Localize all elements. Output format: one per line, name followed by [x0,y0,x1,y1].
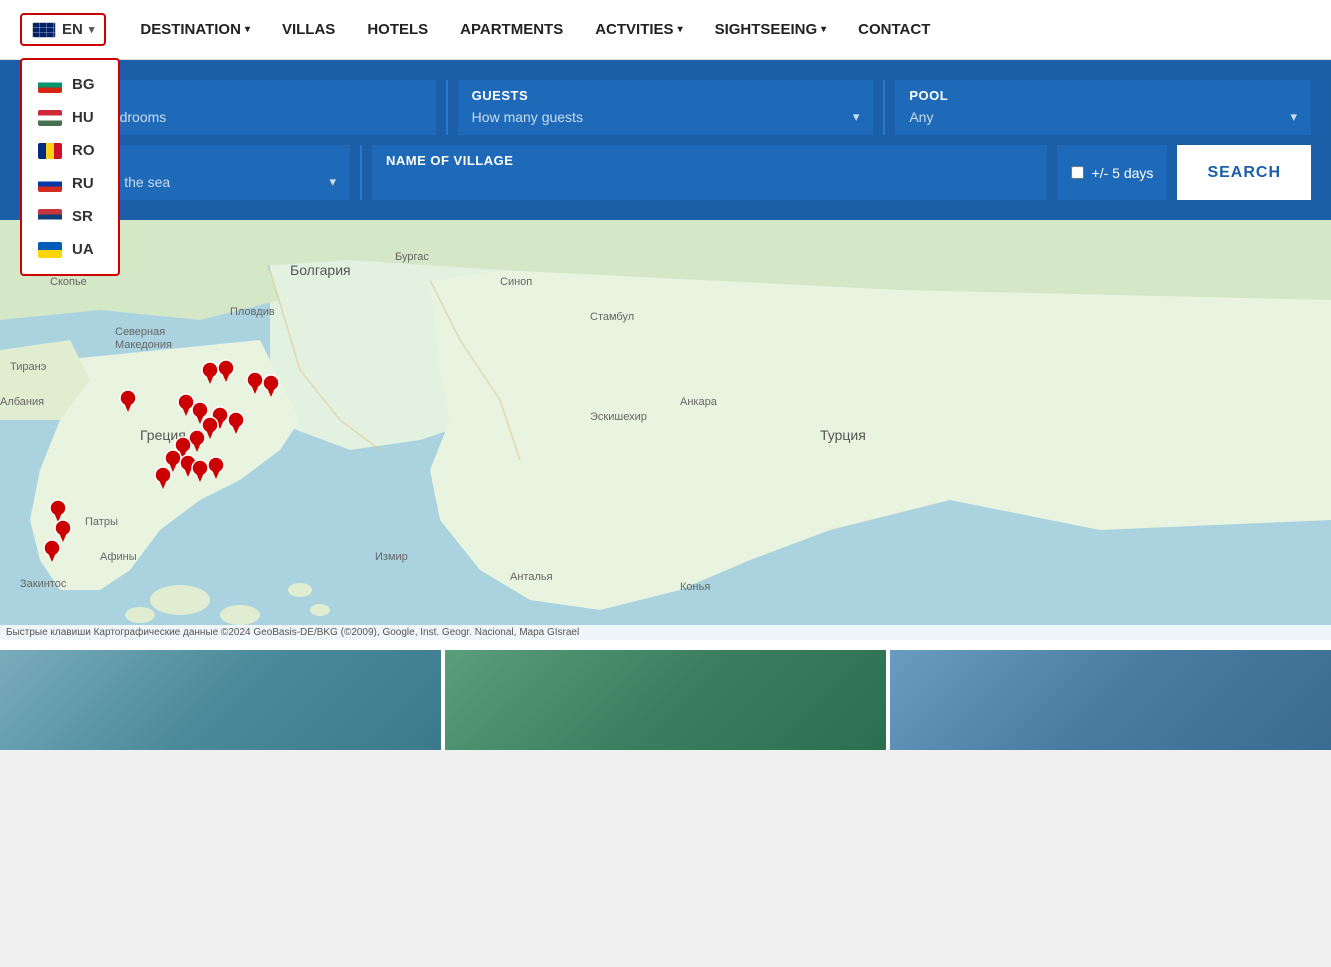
lang-ru-label: RU [72,175,94,192]
navbar: EN ▾ DESTINATION ▾ VILLAS HOTELS APARTME… [0,0,1331,60]
nav-contact[interactable]: CONTACT [844,13,944,46]
svg-text:Стамбул: Стамбул [590,311,634,323]
svg-text:Албания: Албания [0,396,44,408]
guests-label: GUESTS [458,80,874,105]
activities-chevron-icon: ▾ [678,24,683,35]
main-nav: DESTINATION ▾ VILLAS HOTELS APARTMENTS A… [126,13,1311,46]
gallery-item-3[interactable] [890,650,1331,750]
svg-text:Патры: Патры [85,516,118,528]
lang-option-ua[interactable]: UA [22,233,118,266]
guests-control: How many guests 123 456 78+ ▾ [458,105,874,135]
sep-1 [446,80,448,135]
lang-option-hu[interactable]: HU [22,101,118,134]
language-dropdown: BG HU RO RU SR UA [20,58,120,276]
bg-flag-icon [38,77,62,93]
svg-text:Пловдив: Пловдив [230,306,275,318]
lang-chevron-icon: ▾ [89,23,95,36]
search-row-1: BEDROOMS How many bedrooms 123 456+ GUES… [20,80,1311,135]
guests-chevron-icon: ▾ [853,109,860,125]
nav-sightseeing-label: SIGHTSEEING [715,21,818,38]
lang-option-sr[interactable]: SR [22,200,118,233]
pool-chevron-icon: ▾ [1290,109,1297,125]
nav-villas[interactable]: VILLAS [268,13,349,46]
lang-option-ru[interactable]: RU [22,167,118,200]
search-button[interactable]: SEARCH [1177,145,1311,200]
nav-activities[interactable]: ACTVITIES ▾ [581,13,696,46]
days-label: +/- 5 days [1092,165,1154,181]
nav-sightseeing[interactable]: SIGHTSEEING ▾ [701,13,841,46]
village-input[interactable] [372,170,1047,200]
village-field: NAME OF VILLAGE [372,145,1047,200]
ua-flag-icon [38,242,62,258]
nav-activities-label: ACTVITIES [595,21,673,38]
sep-3 [360,145,362,200]
days-wrapper: +/- 5 days [1057,145,1168,200]
svg-text:Македония: Македония [115,339,172,351]
lang-option-bg[interactable]: BG [22,68,118,101]
nav-apartments[interactable]: APARTMENTS [446,13,577,46]
sr-flag-icon [38,209,62,225]
pool-select[interactable]: Any Yes No [909,109,1290,125]
days-checkbox[interactable] [1071,166,1084,179]
nav-destination-label: DESTINATION [140,21,241,38]
map-attribution: Быстрые клавиши Картографические данные … [0,625,1331,640]
svg-text:Бургас: Бургас [395,251,429,263]
ru-flag-icon [38,176,62,192]
village-label: NAME OF VILLAGE [372,145,1047,170]
svg-text:Измир: Измир [375,551,408,563]
svg-text:Болгария: Болгария [290,262,351,278]
pool-control: Any Yes No ▾ [895,105,1311,135]
svg-text:Турция: Турция [820,427,866,443]
nav-hotels-label: HOTELS [367,21,428,38]
svg-text:Северная: Северная [115,326,165,338]
lang-bg-label: BG [72,76,95,93]
en-flag-icon [32,22,56,38]
nav-hotels[interactable]: HOTELS [353,13,442,46]
ro-flag-icon [38,143,62,159]
pool-field: POOL Any Yes No ▾ [895,80,1311,135]
svg-text:Конья: Конья [680,581,710,593]
distance-chevron-icon: ▾ [329,174,336,190]
hu-flag-icon [38,110,62,126]
lang-hu-label: HU [72,109,94,126]
map-svg: Болгария Греция Турция Косово Скопье Пло… [0,220,1331,640]
svg-text:Скопье: Скопье [50,276,87,288]
lang-option-ro[interactable]: RO [22,134,118,167]
map-attribution-text: Быстрые клавиши Картографические данные … [6,627,579,638]
destination-chevron-icon: ▾ [245,24,250,35]
guests-field: GUESTS How many guests 123 456 78+ ▾ [458,80,874,135]
svg-text:Тиранэ: Тиранэ [10,361,47,373]
svg-text:Синоп: Синоп [500,276,532,288]
map-section[interactable]: Болгария Греция Турция Косово Скопье Пло… [0,220,1331,640]
search-row-2: DISTANCE Distance from the sea < 100m< 2… [20,145,1311,200]
nav-destination[interactable]: DESTINATION ▾ [126,13,264,46]
nav-contact-label: CONTACT [858,21,930,38]
svg-text:Анталья: Анталья [510,571,553,583]
nav-apartments-label: APARTMENTS [460,21,563,38]
svg-text:Афины: Афины [100,551,137,563]
gallery-item-1[interactable] [0,650,441,750]
sep-2 [883,80,885,135]
svg-text:Анкара: Анкара [680,396,718,408]
pool-label: POOL [895,80,1311,105]
days-checkbox-label[interactable]: +/- 5 days [1071,165,1154,181]
guests-select[interactable]: How many guests 123 456 78+ [472,109,853,125]
sightseeing-chevron-icon: ▾ [821,24,826,35]
search-section: BEDROOMS How many bedrooms 123 456+ GUES… [0,60,1331,220]
svg-text:Закинтос: Закинтос [20,578,67,590]
svg-text:Эскишехир: Эскишехир [590,411,647,423]
current-lang-label: EN [62,21,83,38]
language-selector[interactable]: EN ▾ [20,13,106,46]
gallery-item-2[interactable] [445,650,886,750]
lang-ua-label: UA [72,241,94,258]
gallery-section [0,640,1331,750]
lang-sr-label: SR [72,208,93,225]
nav-villas-label: VILLAS [282,21,335,38]
lang-ro-label: RO [72,142,95,159]
